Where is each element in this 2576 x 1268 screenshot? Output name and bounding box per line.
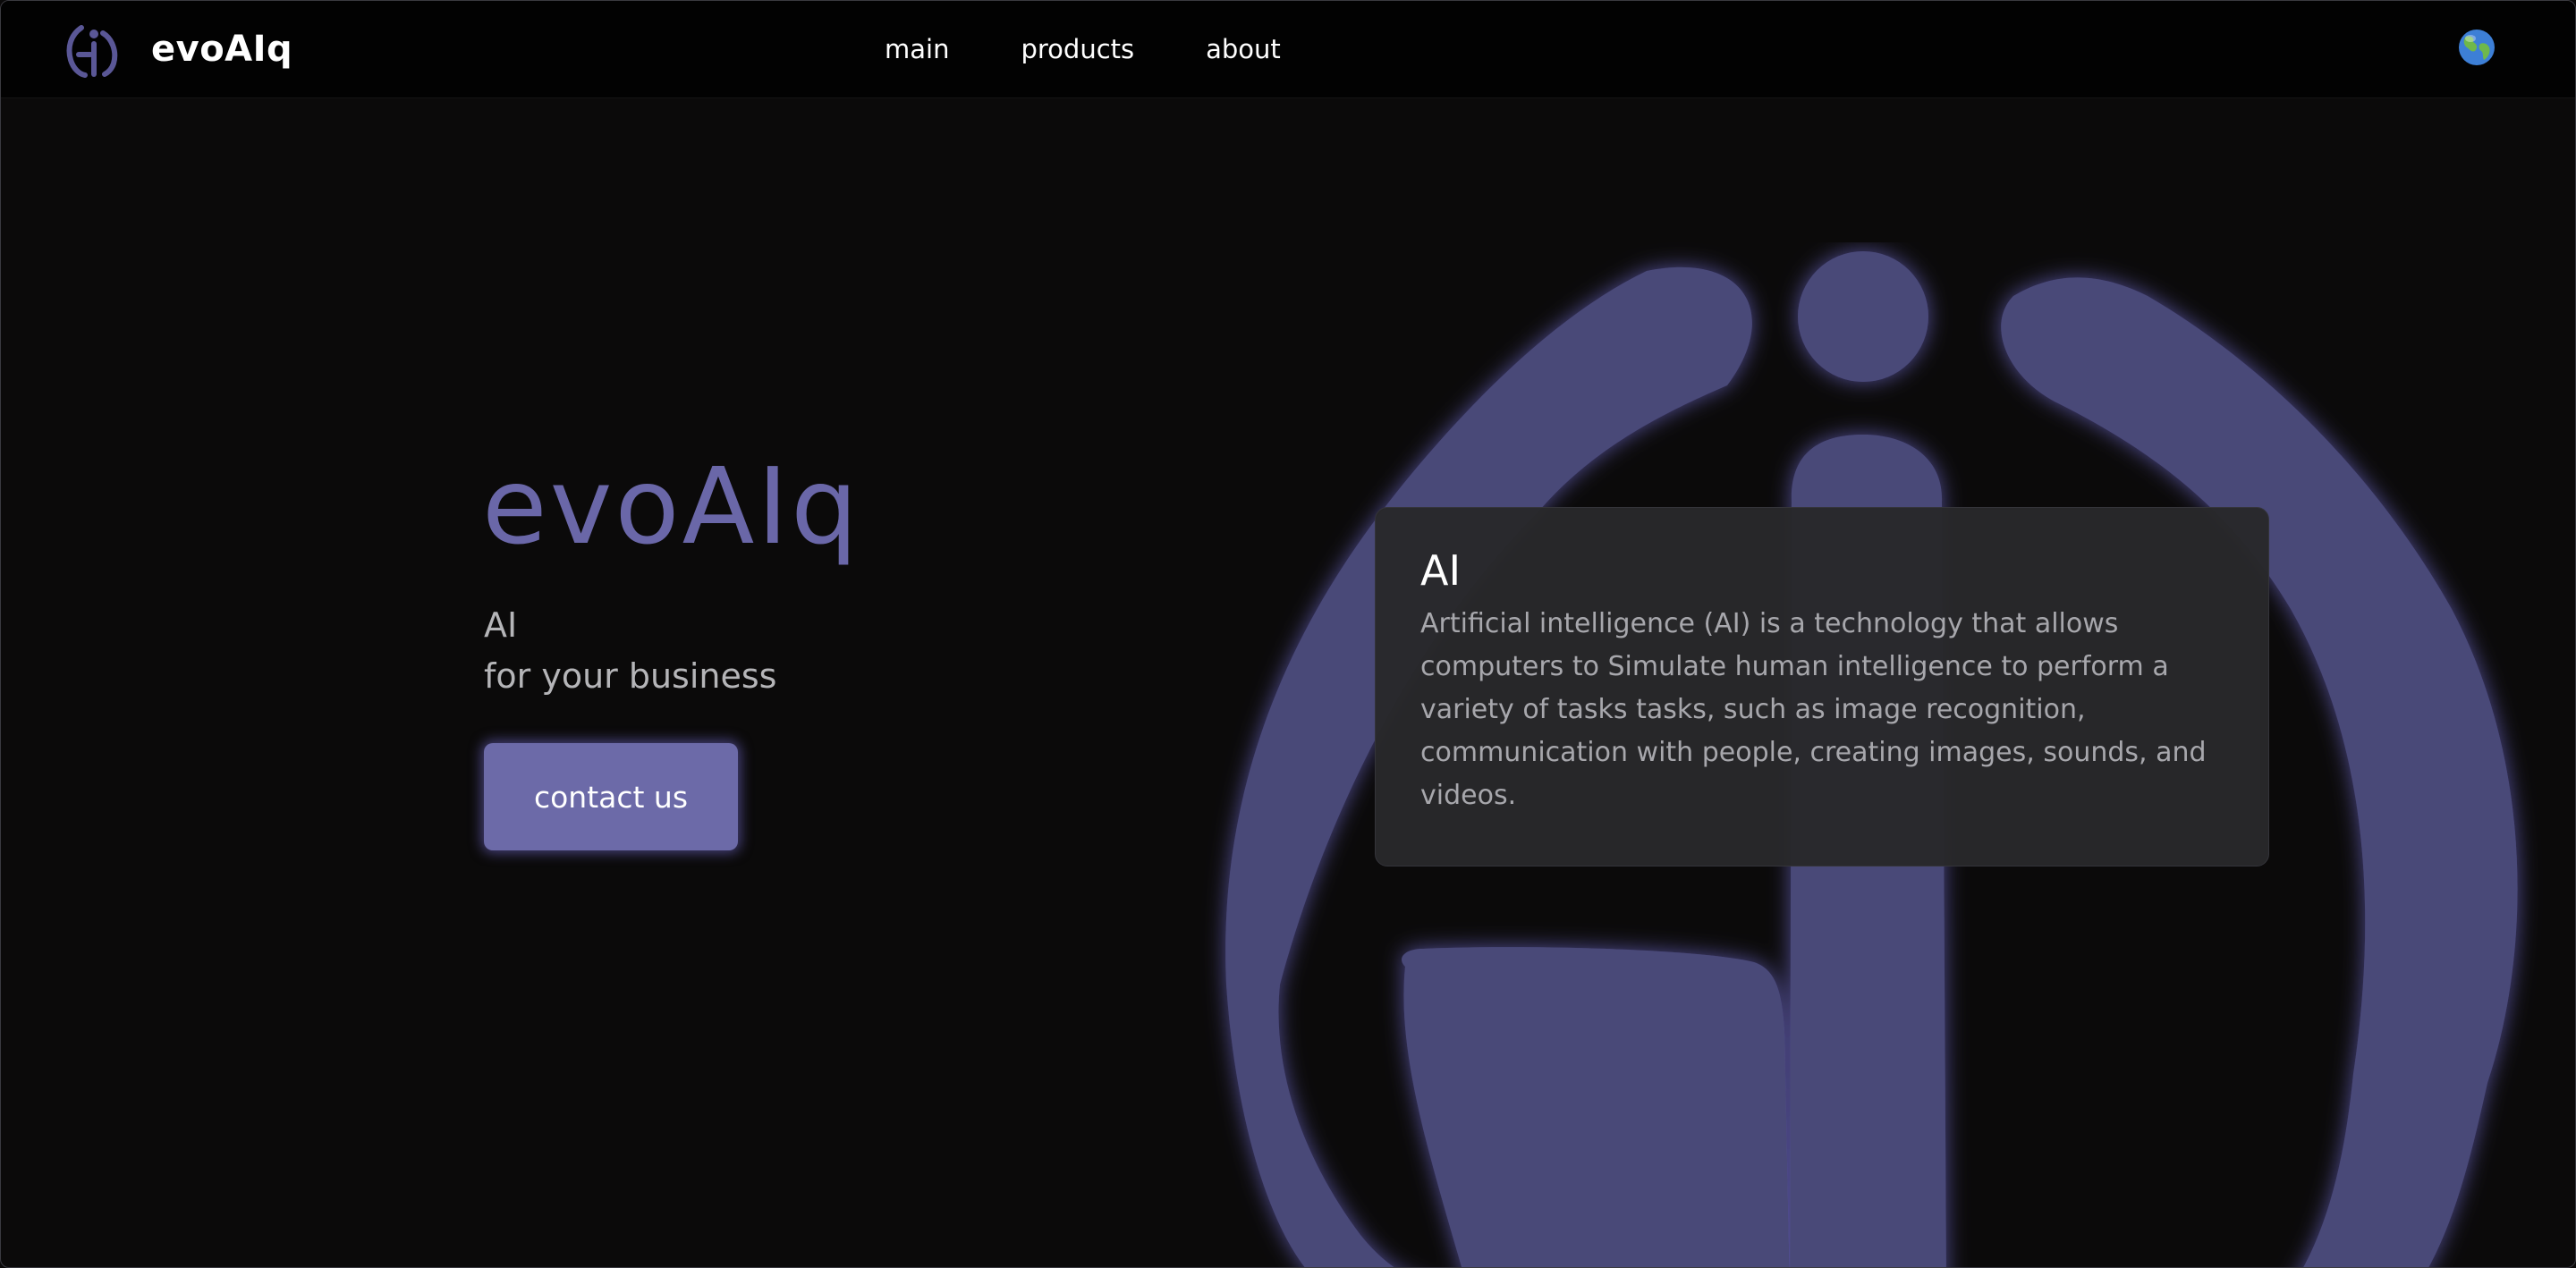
hero-title: evoAIq <box>482 444 861 568</box>
brand-name: evoAIq <box>151 29 293 70</box>
page: evoAIq main products about evoAIq AI for… <box>0 0 2576 1268</box>
info-card-text: Artificial intelligence (AI) is a techno… <box>1420 608 2207 811</box>
ai-info-card: AI Artificial intelligence (AI) is a tec… <box>1375 507 2269 866</box>
hero-subtitle-line1: AI <box>484 605 518 645</box>
site-header: evoAIq main products about <box>1 1 2575 98</box>
evoaiq-logo-icon <box>66 25 118 78</box>
hero-subtitle: AI for your business <box>484 600 776 702</box>
nav-link-about[interactable]: about <box>1206 30 1281 69</box>
globe-icon <box>2459 30 2495 65</box>
hero-subtitle-line2: for your business <box>484 656 777 696</box>
nav-link-main[interactable]: main <box>885 30 949 69</box>
nav-link-products[interactable]: products <box>1021 30 1134 69</box>
brand-home-link[interactable]: evoAIq <box>64 21 292 78</box>
info-card-title: AI <box>1420 546 1462 595</box>
contact-us-button[interactable]: contact us <box>484 743 738 850</box>
language-switcher[interactable] <box>2457 28 2496 67</box>
main-nav: main products about <box>885 30 1281 69</box>
